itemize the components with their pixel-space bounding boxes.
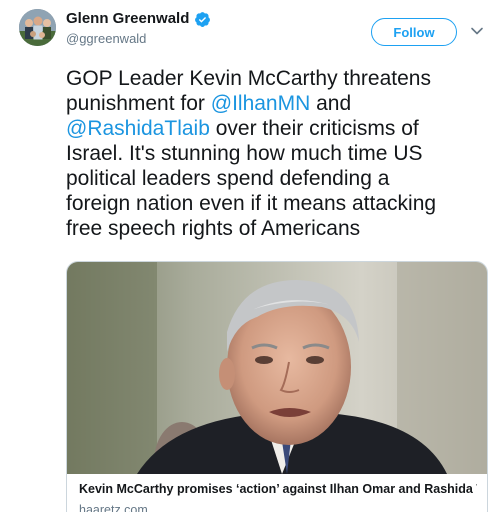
tweet-line: free speech rights of Americans [66,217,361,240]
card-domain: haaretz.com [79,503,148,512]
avatar[interactable] [19,9,56,46]
tweet-line: foreign nation even if it means attackin… [66,192,437,215]
author-display-name[interactable]: Glenn Greenwald [66,10,189,27]
tweet-line: punishment for @IlhanMN and [66,91,491,116]
tweet-card: Glenn Greenwald @ggreenwald Follow GOP L… [0,0,498,512]
avatar-group-photo [19,9,56,46]
verified-badge-icon [195,12,210,27]
tweet-line: political leaders spend defending a [66,167,390,190]
tweet-text-fragment: punishment for [66,92,211,115]
news-photo [67,262,487,474]
tweet-line: @RashidaTlaib over their criticisms of [66,116,491,141]
mention-link-rashidatlaib[interactable]: @RashidaTlaib [66,117,210,140]
tweet-text-fragment: over their criticisms of [209,117,419,140]
mention-link-ilhanmn[interactable]: @IlhanMN [211,92,311,115]
tweet-text: GOP Leader Kevin McCarthy threatens puni… [66,66,491,241]
chevron-down-icon[interactable] [470,24,484,38]
link-preview-card[interactable]: Kevin McCarthy promises ‘action’ against… [66,261,488,512]
card-image[interactable] [67,262,487,474]
author-handle[interactable]: @ggreenwald [66,31,146,46]
tweet-line: Israel. It's stunning how much time US [66,142,423,165]
follow-button[interactable]: Follow [371,18,457,46]
card-title[interactable]: Kevin McCarthy promises ‘action’ against… [79,482,477,496]
tweet-text-fragment: and [310,92,352,115]
tweet-line: GOP Leader Kevin McCarthy threatens [66,67,431,90]
